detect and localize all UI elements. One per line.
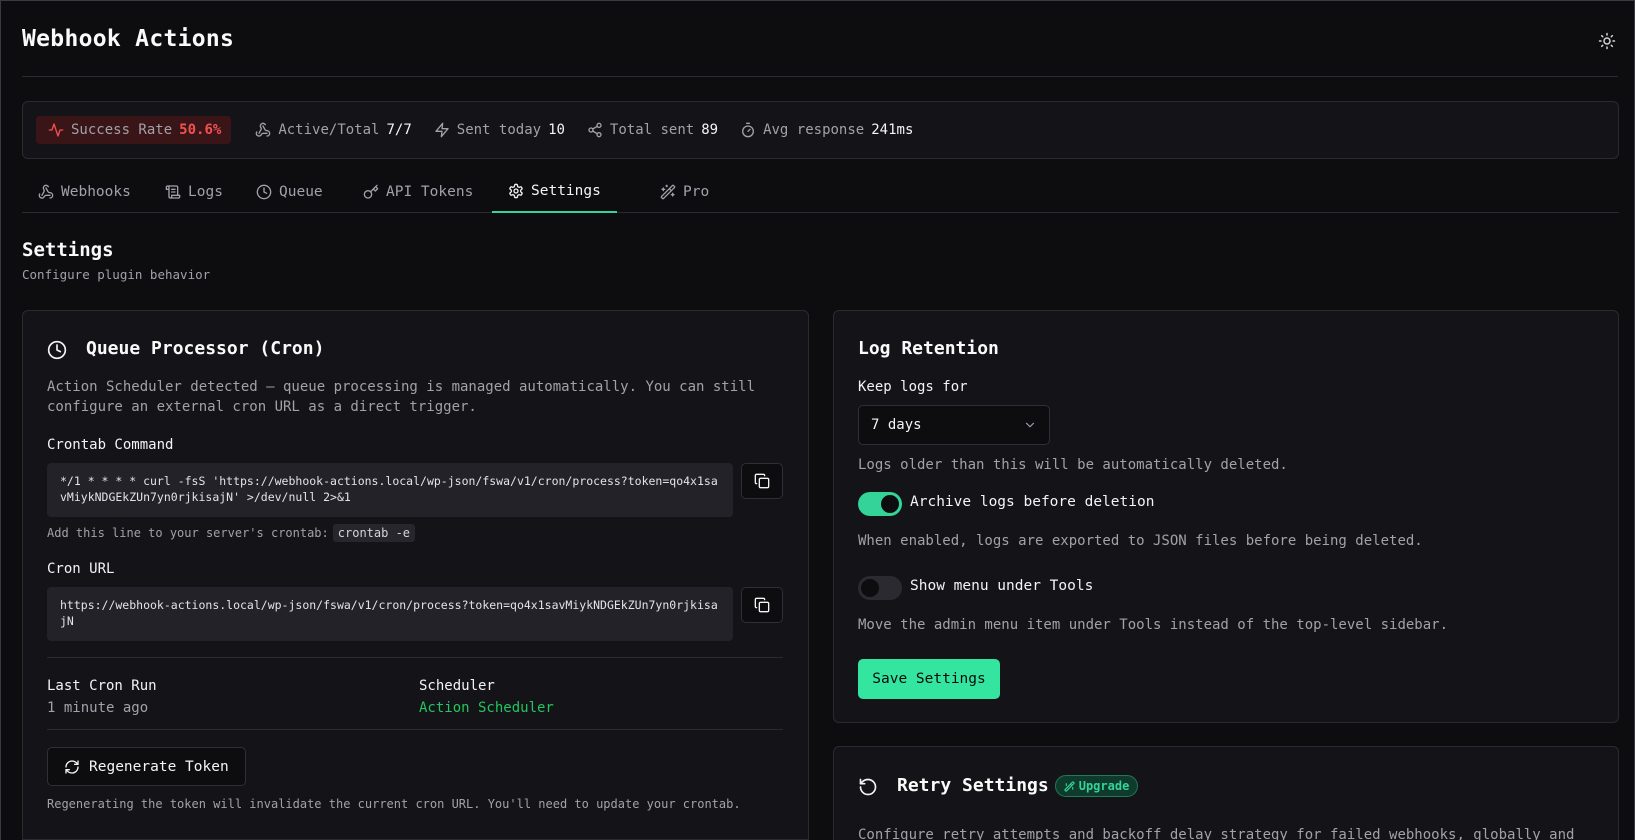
- tab-label: Settings: [531, 182, 601, 199]
- show-menu-toggle[interactable]: [858, 576, 902, 600]
- archive-logs-hint: When enabled, logs are exported to JSON …: [858, 533, 1423, 549]
- refresh-icon: [64, 759, 80, 775]
- scheduler-label: Scheduler: [419, 678, 495, 694]
- page-title: Settings: [22, 239, 114, 261]
- copy-icon: [754, 473, 770, 489]
- total-sent-stat: Total sent 89: [587, 122, 718, 138]
- last-run-value: 1 minute ago: [47, 700, 149, 716]
- regenerate-label: Regenerate Token: [89, 758, 229, 775]
- log-retention-card: Log Retention Keep logs for 7 days Logs …: [833, 310, 1619, 723]
- crontab-hint-code: crontab -e: [332, 524, 416, 542]
- avg-response-stat: Avg response 241ms: [740, 122, 913, 138]
- copy-crontab-button[interactable]: [741, 463, 783, 499]
- show-menu-label: Show menu under Tools: [910, 578, 1094, 594]
- retry-title: Retry Settings: [897, 775, 1049, 796]
- copy-icon: [754, 597, 770, 613]
- queue-card-title: Queue Processor (Cron): [86, 338, 325, 359]
- upgrade-badge-label: Upgrade: [1078, 779, 1130, 793]
- last-run-label: Last Cron Run: [47, 678, 157, 694]
- copy-cron-url-button[interactable]: [741, 587, 783, 623]
- tab-settings[interactable]: Settings: [492, 170, 617, 213]
- chevron-down-icon: [1023, 418, 1037, 432]
- sent-today-value: 10: [548, 122, 565, 138]
- crontab-command-field[interactable]: */1 * * * * curl -fsS 'https://webhook-a…: [47, 463, 733, 517]
- keep-logs-select[interactable]: 7 days: [858, 405, 1050, 445]
- queue-description: Action Scheduler detected — queue proces…: [47, 379, 756, 415]
- archive-logs-label: Archive logs before deletion: [910, 494, 1155, 510]
- key-icon: [363, 184, 379, 200]
- sparkles-icon: [660, 184, 676, 200]
- crontab-label: Crontab Command: [47, 437, 174, 453]
- tab-pro[interactable]: Pro: [644, 170, 725, 213]
- rotate-ccw-icon: [858, 777, 878, 797]
- retry-title-row: Retry Settings Upgrade: [897, 775, 1139, 797]
- webhook-icon: [38, 184, 54, 200]
- active-total-label: Active/Total: [278, 122, 380, 138]
- tab-label: Webhooks: [61, 183, 131, 200]
- keep-logs-label: Keep logs for: [858, 379, 968, 395]
- app-header: Webhook Actions: [22, 24, 1618, 77]
- total-sent-value: 89: [701, 122, 719, 138]
- scheduler-value: Action Scheduler: [419, 700, 554, 716]
- tab-queue[interactable]: Queue: [240, 170, 339, 213]
- keep-logs-value: 7 days: [871, 417, 922, 433]
- gear-icon: [508, 183, 524, 199]
- page-subtitle: Configure plugin behavior: [22, 267, 211, 282]
- scroll-icon: [165, 184, 181, 200]
- toggle-knob: [861, 579, 879, 597]
- activity-icon: [48, 122, 64, 138]
- success-rate-stat: Success Rate 50.6%: [36, 116, 232, 144]
- app-title: Webhook Actions: [22, 26, 235, 52]
- sent-today-label: Sent today: [456, 122, 542, 138]
- tab-label: Logs: [188, 183, 223, 200]
- active-total-stat: Active/Total 7/7: [255, 122, 412, 138]
- queue-processor-card: Queue Processor (Cron) Action Scheduler …: [22, 310, 809, 840]
- success-rate-value: 50.6%: [179, 122, 222, 138]
- theme-toggle-button[interactable]: [1596, 30, 1618, 52]
- sent-today-stat: Sent today 10: [434, 122, 565, 138]
- regenerate-token-button[interactable]: Regenerate Token: [47, 747, 246, 786]
- tab-logs[interactable]: Logs: [149, 170, 239, 213]
- log-retention-title: Log Retention: [858, 338, 999, 359]
- crontab-hint-text: Add this line to your server's crontab:: [47, 526, 329, 540]
- tab-bar: Webhooks Logs Queue API Tokens Settings …: [22, 170, 1619, 213]
- tab-label: Pro: [683, 183, 710, 200]
- tab-api-tokens[interactable]: API Tokens: [347, 170, 489, 213]
- active-total-value: 7/7: [386, 122, 412, 138]
- toggle-knob: [881, 495, 899, 513]
- share-icon: [587, 122, 603, 138]
- webhook-icon: [255, 122, 271, 138]
- show-menu-hint: Move the admin menu item under Tools ins…: [858, 617, 1449, 633]
- archive-logs-toggle[interactable]: [858, 492, 902, 516]
- divider: [47, 657, 783, 658]
- avg-response-value: 241ms: [871, 122, 914, 138]
- tab-label: API Tokens: [386, 183, 474, 200]
- stats-bar: Success Rate 50.6% Active/Total 7/7 Sent…: [22, 101, 1619, 159]
- sparkles-icon: [1064, 780, 1075, 792]
- cron-url-field[interactable]: https://webhook-actions.local/wp-json/fs…: [47, 587, 733, 641]
- clock-icon: [47, 340, 67, 360]
- clock-icon: [256, 184, 272, 200]
- timer-icon: [740, 122, 756, 138]
- tab-label: Queue: [279, 183, 323, 200]
- keep-logs-hint: Logs older than this will be automatical…: [858, 457, 1288, 473]
- success-rate-label: Success Rate: [71, 122, 173, 138]
- upgrade-badge[interactable]: Upgrade: [1054, 775, 1139, 797]
- tab-webhooks[interactable]: Webhooks: [22, 170, 147, 213]
- sun-icon: [1598, 32, 1616, 50]
- avg-response-label: Avg response: [763, 122, 865, 138]
- save-settings-button[interactable]: Save Settings: [858, 659, 1000, 699]
- divider: [47, 729, 783, 730]
- cron-url-label: Cron URL: [47, 561, 115, 577]
- total-sent-label: Total sent: [609, 122, 695, 138]
- retry-settings-card: Retry Settings Upgrade Configure retry at…: [833, 746, 1619, 840]
- retry-description: Configure retry attempts and backoff del…: [858, 827, 1575, 840]
- regenerate-hint: Regenerating the token will invalidate t…: [47, 797, 741, 811]
- zap-icon: [434, 122, 450, 138]
- crontab-hint: Add this line to your server's crontab: c…: [47, 524, 416, 542]
